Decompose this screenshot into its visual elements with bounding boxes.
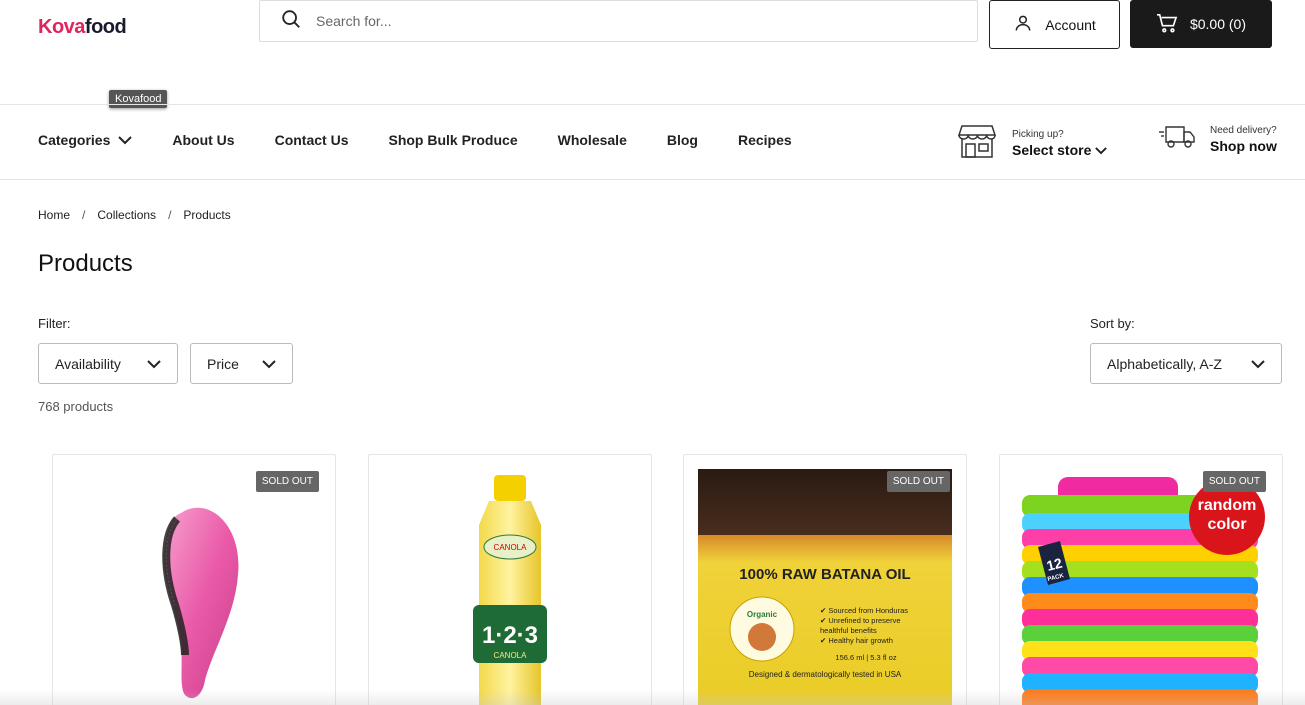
jar-organic-text: Organic xyxy=(747,610,778,619)
search-bar[interactable] xyxy=(259,0,978,42)
nav-item-about-us[interactable]: About Us xyxy=(172,132,234,148)
product-image-canola-oil[interactable]: CANOLA 1·2·3 CANOLA xyxy=(369,455,652,705)
product-card[interactable]: CANOLA 1·2·3 CANOLA xyxy=(368,454,652,705)
logo-text-kova: Kova xyxy=(38,16,85,38)
pickup-small-label: Picking up? xyxy=(1012,129,1064,140)
chevron-down-icon xyxy=(118,132,133,148)
breadcrumb-separator: / xyxy=(82,208,86,222)
product-image-microfiber-towels[interactable]: random color 12 PACK xyxy=(1000,455,1283,705)
product-image-batana-oil[interactable]: 100% RAW BATANA OIL Organic ✔ Sourced fr… xyxy=(684,455,967,705)
jar-bullet: ✔ Sourced from Honduras xyxy=(820,606,908,615)
filter-label: Filter: xyxy=(38,316,71,331)
logo-text-food: food xyxy=(84,16,127,38)
chevron-down-icon xyxy=(1095,142,1108,158)
jar-bullet: healthful benefits xyxy=(820,626,877,635)
logo[interactable]: Kovafood xyxy=(38,16,127,39)
pickup-big-label: Select store xyxy=(1012,142,1092,158)
sort-value: Alphabetically, A-Z xyxy=(1107,355,1222,372)
cart-label: $0.00 (0) xyxy=(1189,16,1247,32)
availability-label: Availability xyxy=(55,355,121,372)
availability-filter[interactable]: Availability xyxy=(38,343,178,384)
price-label: Price xyxy=(207,355,239,372)
nav-item-blog[interactable]: Blog xyxy=(667,132,698,148)
jar-volume-text: 156.6 ml | 5.3 fl oz xyxy=(835,653,896,662)
bottle-top-text: CANOLA xyxy=(494,543,528,552)
sold-out-badge: SOLD OUT xyxy=(255,471,319,492)
jar-footer-text: Designed & dermatologically tested in US… xyxy=(749,670,902,679)
sold-out-badge: SOLD OUT xyxy=(886,471,950,492)
nav-item-shop-bulk-produce[interactable]: Shop Bulk Produce xyxy=(388,132,517,148)
breadcrumb-products: Products xyxy=(183,208,231,222)
breadcrumb-home[interactable]: Home xyxy=(38,208,70,222)
user-icon xyxy=(1013,13,1033,36)
breadcrumb: Home / Collections / Products xyxy=(38,208,231,222)
header-divider xyxy=(0,104,1305,105)
chevron-down-icon xyxy=(1251,356,1265,372)
cart-button[interactable]: $0.00 (0) xyxy=(1130,0,1272,48)
search-icon[interactable] xyxy=(280,8,302,35)
tag-line2-text: color xyxy=(1207,516,1246,533)
scroll-fade xyxy=(0,690,1305,705)
account-button[interactable]: Account xyxy=(989,0,1120,49)
nav-item-recipes[interactable]: Recipes xyxy=(738,132,792,148)
chevron-down-icon xyxy=(262,356,276,372)
price-filter[interactable]: Price xyxy=(190,343,293,384)
search-input[interactable] xyxy=(316,13,916,29)
nav-item-categories[interactable]: Categories xyxy=(38,132,133,148)
chevron-down-icon xyxy=(147,356,161,372)
bottle-bottom-text: CANOLA xyxy=(494,651,528,660)
breadcrumb-collections[interactable]: Collections xyxy=(97,208,156,222)
product-card[interactable]: SOLD OUT xyxy=(52,454,336,705)
tag-line1-text: random xyxy=(1198,497,1257,514)
delivery-small-label: Need delivery? xyxy=(1210,125,1277,136)
bottle-number-text: 1·2·3 xyxy=(482,622,538,649)
delivery-big-label: Shop now xyxy=(1210,138,1277,154)
store-icon xyxy=(957,124,997,163)
nav-item-contact-us[interactable]: Contact Us xyxy=(275,132,349,148)
pickup-selector[interactable]: Picking up? Select store xyxy=(957,124,1108,163)
nav-divider xyxy=(0,179,1305,180)
logo-tooltip: Kovafood xyxy=(109,90,168,108)
sort-select[interactable]: Alphabetically, A-Z xyxy=(1090,343,1282,384)
delivery-selector[interactable]: Need delivery? Shop now xyxy=(1158,124,1277,155)
jar-bullet: ✔ Healthy hair growth xyxy=(820,636,893,645)
product-count: 768 products xyxy=(38,399,114,414)
sold-out-badge: SOLD OUT xyxy=(1202,471,1266,492)
product-card[interactable]: SOLD OUT 100% RAW BATANA OIL Organic ✔ S… xyxy=(683,454,967,705)
nav-item-wholesale[interactable]: Wholesale xyxy=(558,132,627,148)
product-image-hair-brush[interactable] xyxy=(53,455,336,705)
cart-icon xyxy=(1156,13,1178,36)
product-card[interactable]: SOLD OUT random color 12 PACK xyxy=(999,454,1283,705)
jar-bullet: ✔ Unrefined to preserve xyxy=(820,616,901,625)
nav-label: Categories xyxy=(38,132,111,148)
jar-title-text: 100% RAW BATANA OIL xyxy=(739,566,910,583)
delivery-truck-icon xyxy=(1158,124,1196,155)
sort-label: Sort by: xyxy=(1090,316,1135,331)
main-nav: Categories About Us Contact Us Shop Bulk… xyxy=(38,132,832,148)
page-title: Products xyxy=(38,250,133,277)
account-label: Account xyxy=(1045,16,1096,33)
breadcrumb-separator: / xyxy=(168,208,172,222)
